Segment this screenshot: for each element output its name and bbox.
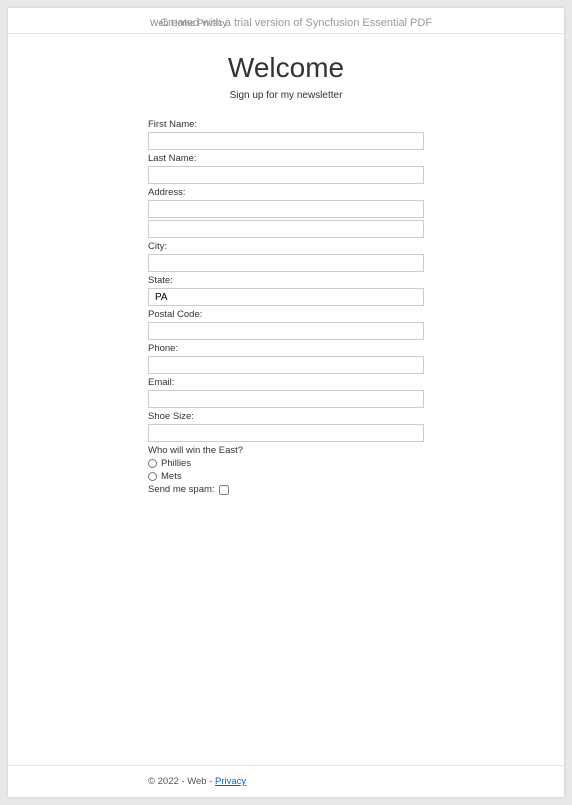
- phone-label: Phone:: [148, 343, 424, 354]
- page-container: Web Home Privacy Created with a trial ve…: [8, 8, 564, 797]
- city-input[interactable]: [148, 254, 424, 272]
- state-label: State:: [148, 275, 424, 286]
- last-name-label: Last Name:: [148, 153, 424, 164]
- privacy-link[interactable]: Privacy: [215, 776, 246, 787]
- page-subtitle: Sign up for my newsletter: [148, 90, 424, 101]
- email-input[interactable]: [148, 390, 424, 408]
- state-input[interactable]: [148, 288, 424, 306]
- radio-mets[interactable]: [148, 472, 157, 481]
- email-label: Email:: [148, 377, 424, 388]
- spam-label: Send me spam:: [148, 484, 215, 495]
- radio-phillies-label: Phillies: [161, 458, 191, 469]
- address-input-2[interactable]: [148, 220, 424, 238]
- radio-mets-label: Mets: [161, 471, 182, 482]
- shoe-size-input[interactable]: [148, 424, 424, 442]
- spam-row: Send me spam:: [148, 484, 424, 495]
- shoe-size-label: Shoe Size:: [148, 411, 424, 422]
- radio-phillies[interactable]: [148, 459, 157, 468]
- page-header: Web Home Privacy Created with a trial ve…: [8, 8, 564, 34]
- main-content: Welcome Sign up for my newsletter First …: [8, 34, 564, 765]
- spam-checkbox[interactable]: [219, 485, 229, 495]
- address-label: Address:: [148, 187, 424, 198]
- footer-copyright: © 2022 - Web -: [148, 776, 215, 787]
- postal-input[interactable]: [148, 322, 424, 340]
- page-title: Welcome: [148, 52, 424, 84]
- pdf-watermark: Created with a trial version of Syncfusi…: [160, 17, 432, 29]
- address-input-1[interactable]: [148, 200, 424, 218]
- phone-input[interactable]: [148, 356, 424, 374]
- radio-row-mets: Mets: [148, 471, 424, 482]
- radio-row-phillies: Phillies: [148, 458, 424, 469]
- first-name-input[interactable]: [148, 132, 424, 150]
- city-label: City:: [148, 241, 424, 252]
- page-footer: © 2022 - Web - Privacy: [8, 765, 564, 797]
- east-question-label: Who will win the East?: [148, 445, 424, 456]
- postal-label: Postal Code:: [148, 309, 424, 320]
- first-name-label: First Name:: [148, 119, 424, 130]
- last-name-input[interactable]: [148, 166, 424, 184]
